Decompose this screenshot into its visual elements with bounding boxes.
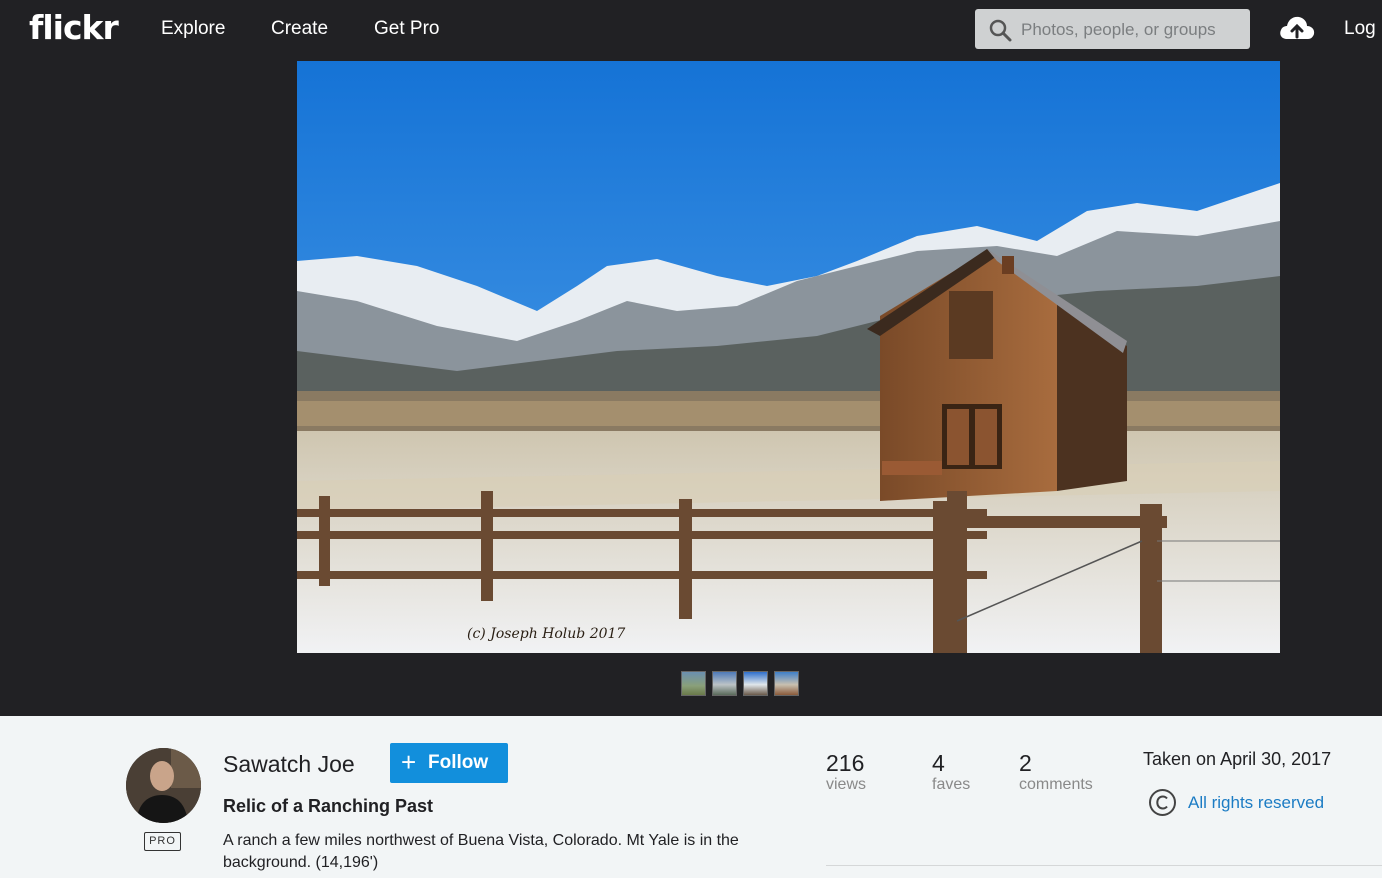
photo-stage: (c) Joseph Holub 2017 [0, 61, 1382, 716]
stat-faves[interactable]: 4 faves [932, 750, 970, 794]
flickr-logo[interactable]: flickr [29, 8, 119, 47]
nav-get-pro[interactable]: Get Pro [374, 18, 439, 40]
faves-label: faves [932, 776, 971, 793]
copyright-icon [1149, 789, 1176, 816]
author-name[interactable]: Sawatch Joe [223, 751, 355, 778]
stat-comments[interactable]: 2 comments [1019, 750, 1093, 794]
avatar-image [126, 748, 201, 823]
comments-count: 2 [1019, 750, 1032, 776]
search-icon [989, 19, 1012, 42]
views-count: 216 [826, 750, 865, 776]
license-link[interactable]: All rights reserved [1188, 793, 1324, 813]
thumbnail-2[interactable] [712, 671, 737, 696]
follow-button[interactable]: + Follow [390, 743, 508, 783]
divider [826, 865, 1382, 866]
upload-cloud-icon[interactable] [1278, 13, 1316, 43]
main-photo[interactable]: (c) Joseph Holub 2017 [297, 61, 1280, 653]
comments-label: comments [1019, 776, 1093, 793]
follow-label: Follow [428, 752, 489, 773]
photo-image [297, 61, 1280, 653]
taken-date[interactable]: Taken on April 30, 2017 [1143, 749, 1331, 770]
photo-title: Relic of a Ranching Past [223, 796, 434, 816]
thumbnail-3[interactable] [743, 671, 768, 696]
top-nav: flickr Explore Create Get Pro Photos, pe… [0, 0, 1382, 61]
stat-views: 216 views [826, 750, 866, 794]
thumbnail-1[interactable] [681, 671, 706, 696]
faves-count: 4 [932, 750, 945, 776]
views-label: views [826, 776, 867, 793]
plus-icon: + [401, 747, 417, 777]
photo-watermark: (c) Joseph Holub 2017 [467, 626, 626, 642]
search-placeholder: Photos, people, or groups [1021, 20, 1216, 39]
avatar[interactable] [126, 748, 201, 823]
search-input[interactable]: Photos, people, or groups [975, 9, 1250, 49]
nav-create[interactable]: Create [271, 18, 328, 40]
nav-explore[interactable]: Explore [161, 18, 225, 40]
login-link[interactable]: Log [1344, 18, 1376, 40]
thumbnail-4[interactable] [774, 671, 799, 696]
pro-badge: PRO [144, 832, 181, 851]
photo-description: A ranch a few miles northwest of Buena V… [223, 832, 739, 871]
